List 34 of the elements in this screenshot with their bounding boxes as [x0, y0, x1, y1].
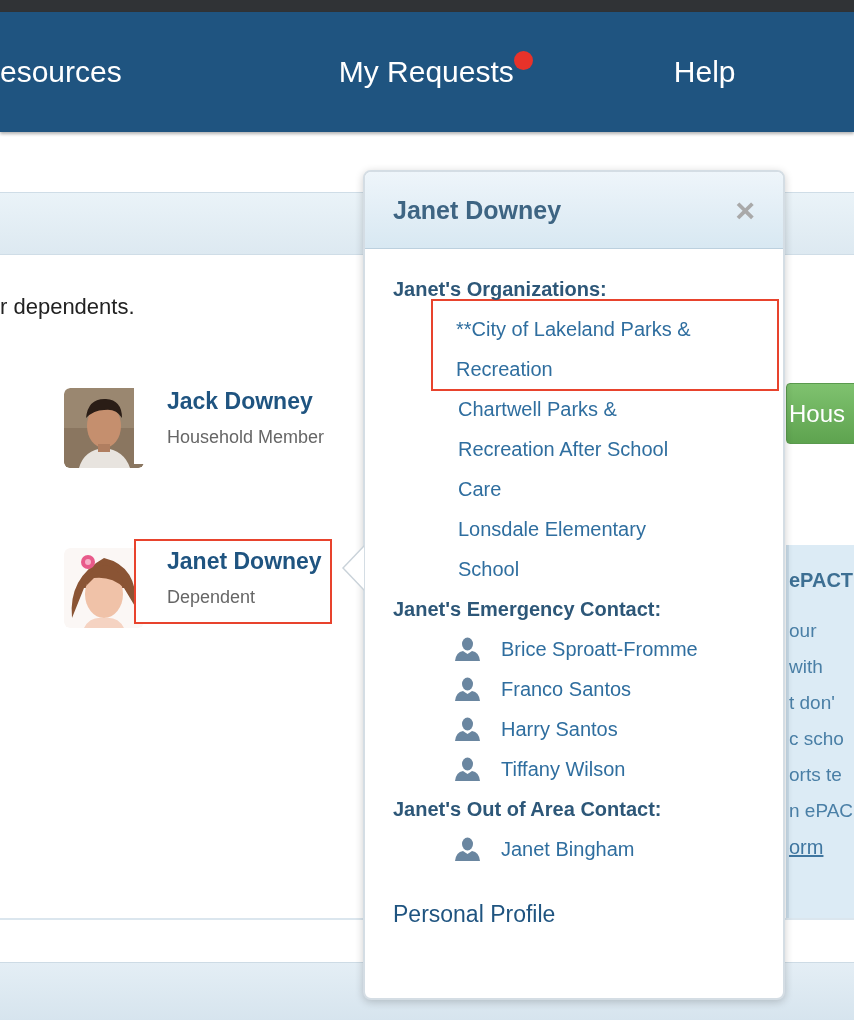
person-icon	[455, 677, 480, 701]
member-role: Household Member	[167, 426, 326, 449]
contact-link[interactable]: Franco Santos	[501, 677, 632, 701]
section-heading: Janet's Out of Area Contact:	[393, 797, 663, 822]
person-icon	[455, 757, 480, 781]
contact-link[interactable]: Brice Sproatt-Fromme	[501, 637, 698, 661]
intro-text: r dependents.	[0, 293, 136, 321]
contact-link[interactable]: Tiffany Wilson	[501, 757, 626, 781]
person-icon	[455, 637, 480, 661]
panel-text: t don'	[789, 691, 836, 715]
popup-title: Janet Downey	[393, 195, 562, 225]
section-heading: Janet's Organizations:	[393, 277, 608, 302]
nav-link[interactable]: esources	[0, 52, 122, 92]
member-role: Dependent	[167, 586, 257, 609]
panel-link[interactable]: orm	[789, 829, 824, 865]
contact-link[interactable]: Janet Bingham	[501, 837, 635, 861]
member-name-link[interactable]: Jack Downey	[167, 386, 313, 416]
organization-link[interactable]: Chartwell Parks & Recreation After School Care	[458, 389, 708, 509]
panel-text: orts te	[789, 763, 843, 787]
contact-link[interactable]: Harry Santos	[501, 717, 618, 741]
panel-title: ePACT	[789, 568, 854, 593]
person-icon	[455, 717, 480, 741]
section-heading: Janet's Emergency Contact:	[393, 597, 663, 622]
person-icon	[455, 837, 480, 861]
panel-text: our	[789, 619, 818, 643]
nav-link[interactable]: My Requests	[338, 52, 514, 92]
personal-profile-link[interactable]: Personal Profile	[393, 894, 556, 934]
panel-text: c scho	[789, 727, 845, 751]
panel-text: n ePAC	[789, 799, 854, 823]
nav-link[interactable]: Help	[673, 52, 736, 92]
panel-text: with	[789, 655, 824, 679]
member-name-link[interactable]: Janet Downey	[167, 546, 322, 576]
organization-link[interactable]: **City of Lakeland Parks & Recreation	[456, 309, 706, 389]
organization-link[interactable]: Lonsdale Elementary School	[458, 509, 708, 589]
